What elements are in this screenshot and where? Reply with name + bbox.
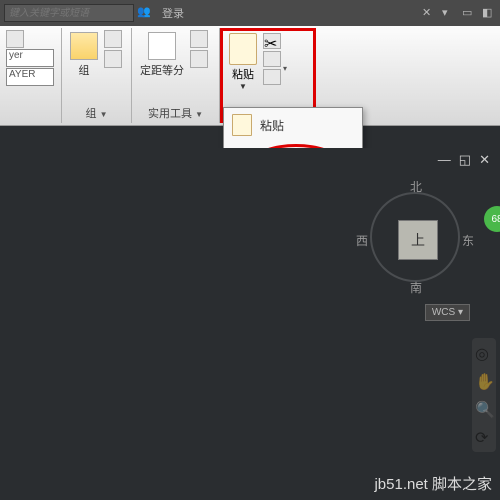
steering-wheel-icon[interactable]: ◎ [475,344,493,362]
orbit-icon[interactable]: ⟳ [475,428,493,446]
group-icon [70,32,98,60]
direction-west[interactable]: 西 [356,232,368,249]
ungroup-icon[interactable] [104,30,122,48]
login-link[interactable]: 登录 [162,5,184,21]
paste-split-button[interactable]: 粘贴 ▼ [225,33,261,91]
layer-dropdown[interactable]: yer [6,49,54,67]
title-bar: 👥 登录 ✕ ▾ ▭ ◧ [0,0,500,26]
ribbon: yer AYER 组 组 ▼ 定距等分 [0,26,500,126]
window-min-icon[interactable]: ▭ [462,6,476,20]
direction-north[interactable]: 北 [410,178,422,195]
panel-expand-icon[interactable]: ▾ [283,64,287,73]
match-prop-icon[interactable] [263,69,281,85]
status-badge[interactable]: 68 [484,206,500,232]
viewcube[interactable]: 上 北 南 东 西 [356,178,474,296]
paste-item[interactable]: 粘贴 [224,108,362,142]
copy-icon[interactable] [263,51,281,67]
layer-dropdown-2[interactable]: AYER [6,68,54,86]
util-tool-2-icon[interactable] [190,50,208,68]
chevron-down-icon: ▼ [239,82,247,91]
divide-icon [148,32,176,60]
group-button[interactable]: 组 [68,30,100,80]
exchange-icon[interactable]: ✕ [422,6,436,20]
search-input[interactable] [4,4,134,22]
panel-label [6,119,55,121]
wcs-button[interactable]: WCS ▾ [425,304,470,321]
viewcube-top-face[interactable]: 上 [398,220,438,260]
group-edit-icon[interactable] [104,50,122,68]
measure-divide-button[interactable]: 定距等分 [138,30,186,80]
clipboard-panel: 粘贴 ▼ ✂ ▾ 粘贴 粘贴为块 粘贴为超链接 [220,28,316,123]
zoom-icon[interactable]: 🔍 [475,400,493,418]
util-tool-1-icon[interactable] [190,30,208,48]
direction-east[interactable]: 东 [462,232,474,249]
direction-south[interactable]: 南 [410,279,422,296]
cut-icon[interactable]: ✂ [263,33,281,49]
menu-label: 粘贴 [260,117,284,134]
viewport-restore-icon[interactable]: ◱ [459,152,471,168]
navigation-bar: ◎ ✋ 🔍 ⟳ [472,338,496,452]
help-dropdown-icon[interactable]: ▾ [442,6,456,20]
clipboard-icon [229,33,257,65]
drawing-canvas[interactable]: — ◱ ✕ 上 北 南 东 西 WCS ▾ 68 ◎ ✋ 🔍 ⟳ jb51.ne… [0,148,500,500]
viewport-close-icon[interactable]: ✕ [479,152,490,168]
panel-label-util: 实用工具 ▼ [138,103,213,121]
pan-icon[interactable]: ✋ [475,372,493,390]
window-close-icon[interactable]: ◧ [482,6,496,20]
panel-label-group: 组 ▼ [68,103,125,121]
viewport-minimize-icon[interactable]: — [438,152,451,168]
clipboard-icon [232,114,252,136]
signin-icon[interactable]: 👥 [137,5,153,21]
watermark-text: jb51.net 脚本之家 [374,473,492,494]
layer-tool-icon[interactable] [6,30,24,48]
